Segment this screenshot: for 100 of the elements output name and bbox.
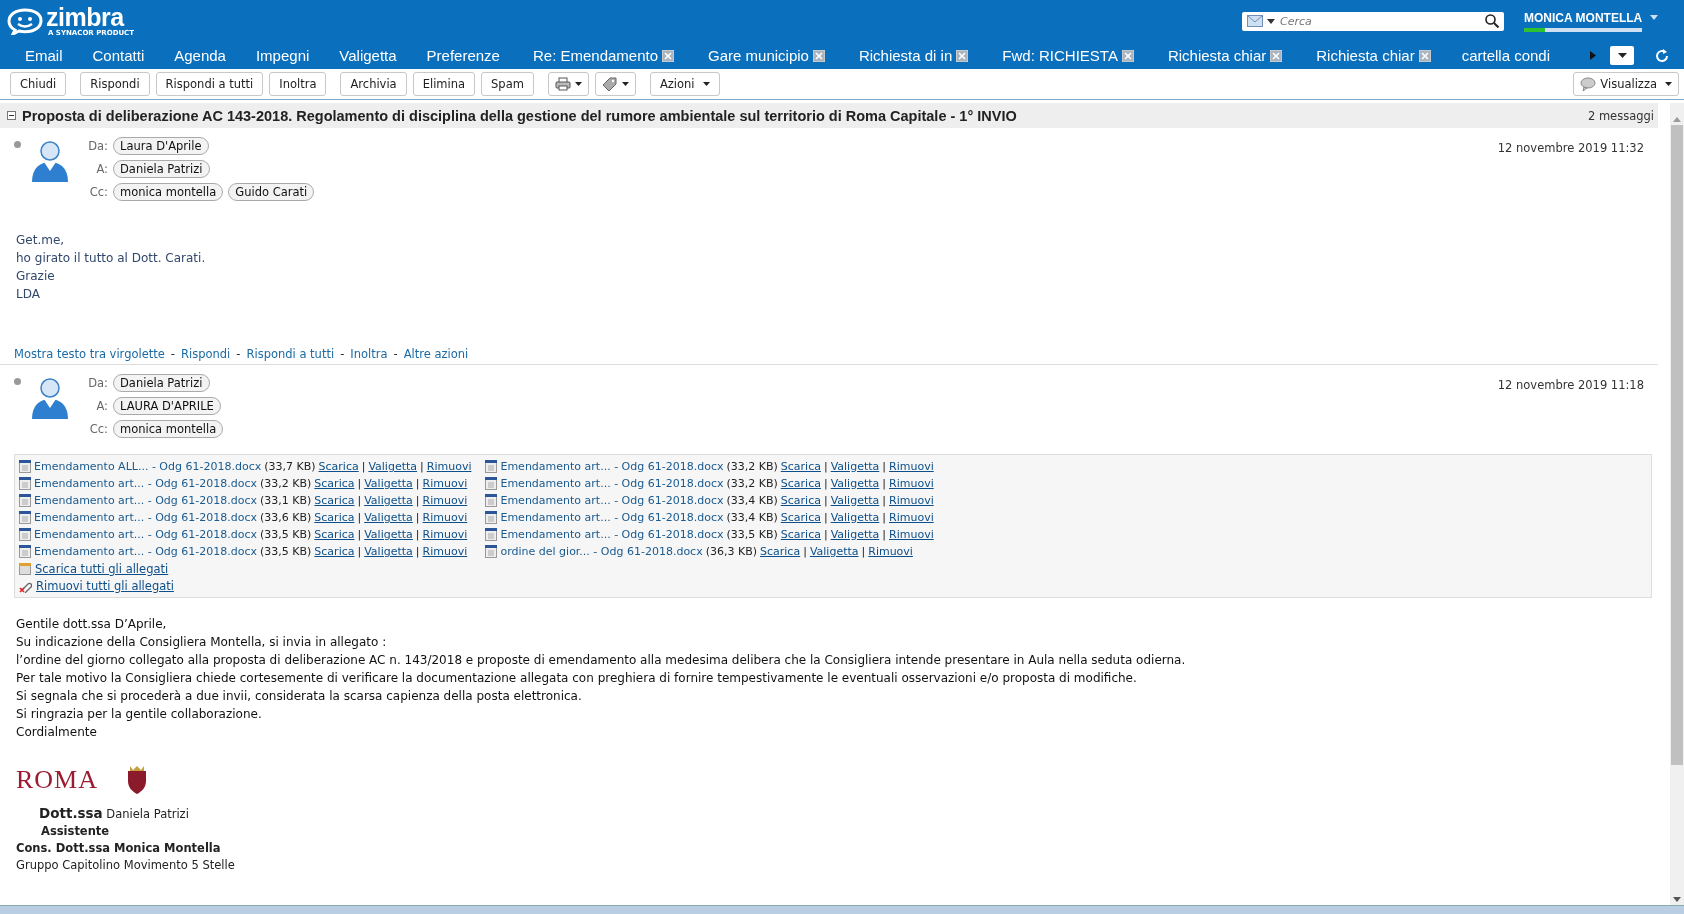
attachment-link[interactable]: Valigetta <box>809 545 859 558</box>
toolbar-button[interactable]: Inoltra <box>269 72 327 96</box>
close-icon[interactable] <box>956 49 969 62</box>
attachment-link[interactable]: Valigetta <box>830 460 880 473</box>
attachment-action-link[interactable]: Rimuovi tutti gli allegati <box>36 579 174 593</box>
attachment-name[interactable]: Emendamento art... - Odg 61-2018.docx <box>34 528 257 541</box>
app-tab[interactable]: Email <box>10 42 78 69</box>
attachment-link[interactable]: Valigetta <box>364 528 413 541</box>
attachment-link[interactable]: Rimuovi <box>422 511 468 524</box>
app-tab[interactable]: Re: Emendamento <box>514 42 691 69</box>
close-icon[interactable] <box>1121 49 1134 62</box>
attachment-link[interactable]: Valigetta <box>364 494 413 507</box>
attachment-link[interactable]: Scarica <box>314 511 355 524</box>
user-menu[interactable]: MONICA MONTELLA <box>1524 10 1674 32</box>
message-action-link[interactable]: Mostra testo tra virgolette <box>14 347 165 361</box>
tab-menu-button[interactable] <box>1610 46 1634 65</box>
view-menu-button[interactable]: Visualizza <box>1573 72 1679 96</box>
attachment-link[interactable]: Rimuovi <box>889 511 934 524</box>
toolbar-button[interactable]: Chiudi <box>10 72 67 96</box>
contact-bubble[interactable]: Daniela Patrizi <box>113 374 210 392</box>
link-separator: | <box>882 494 886 507</box>
attachment-name[interactable]: Emendamento art... - Odg 61-2018.docx <box>34 477 257 490</box>
message-action-link[interactable]: Rispondi a tutti <box>246 347 335 361</box>
app-tab[interactable]: Valigetta <box>324 42 412 69</box>
contact-bubble[interactable]: Guido Carati <box>228 183 315 201</box>
contact-bubble[interactable]: Daniela Patrizi <box>113 160 210 178</box>
attachment-size: (33,5 KB) <box>260 545 312 558</box>
toolbar-button[interactable]: Elimina <box>412 72 476 96</box>
attachment-link[interactable]: Scarica <box>780 528 821 541</box>
attachment-link[interactable]: Rimuovi <box>422 528 468 541</box>
attachment-link[interactable]: Scarica <box>314 477 355 490</box>
app-tab[interactable]: Richiesta chiar <box>1149 42 1299 69</box>
toolbar-button[interactable]: Rispondi <box>80 72 150 96</box>
search-icon <box>1485 13 1499 28</box>
attachment-action-link[interactable]: Scarica tutti gli allegati <box>35 562 169 576</box>
attachment-link[interactable]: Scarica <box>760 545 801 558</box>
contact-bubble[interactable]: monica montella <box>113 183 224 201</box>
attachment-link[interactable]: Rimuovi <box>889 528 934 541</box>
attachment-link[interactable]: Valigetta <box>830 494 880 507</box>
app-tab[interactable]: Contatti <box>77 42 160 69</box>
toolbar-button[interactable]: Rispondi a tutti <box>155 72 264 96</box>
attachment-name[interactable]: Emendamento art... - Odg 61-2018.docx <box>500 511 724 524</box>
attachment-link[interactable]: Rimuovi <box>422 494 468 507</box>
app-tab[interactable]: Richiesta chiar <box>1298 42 1447 69</box>
toolbar-button[interactable]: Spam <box>481 72 534 96</box>
close-icon[interactable] <box>1418 49 1431 62</box>
attachment-name[interactable]: Emendamento ALL... - Odg 61-2018.docx <box>34 460 262 473</box>
attachment-link[interactable]: Valigetta <box>830 511 880 524</box>
attachment-link[interactable]: Rimuovi <box>422 545 468 558</box>
attachment-link[interactable]: Valigetta <box>368 460 418 473</box>
attachment-link[interactable]: Rimuovi <box>426 460 472 473</box>
app-tab[interactable]: Richiesta di in <box>840 42 985 69</box>
attachment-name[interactable]: Emendamento art... - Odg 61-2018.docx <box>34 511 257 524</box>
attachment-link[interactable]: Scarica <box>314 494 355 507</box>
attachment-name[interactable]: Emendamento art... - Odg 61-2018.docx <box>500 477 724 490</box>
field-label: Da: <box>87 376 108 390</box>
app-tab[interactable]: Preferenze <box>411 42 515 69</box>
actions-menu-button[interactable]: Azioni <box>649 72 720 96</box>
contact-bubble[interactable]: monica montella <box>113 420 224 438</box>
message-action-link[interactable]: Rispondi <box>181 347 231 361</box>
attachment-link[interactable]: Scarica <box>780 494 821 507</box>
app-tab[interactable]: cartella condi <box>1446 42 1566 69</box>
attachment-name[interactable]: Emendamento art... - Odg 61-2018.docx <box>34 494 257 507</box>
attachment-link[interactable]: Valigetta <box>830 528 880 541</box>
attachment-link[interactable]: Valigetta <box>364 477 413 490</box>
message-action-link[interactable]: Inoltra <box>350 347 388 361</box>
tag-menu-button[interactable] <box>594 72 636 96</box>
search-field[interactable]: Cerca <box>1242 11 1504 31</box>
attachment-name[interactable]: Emendamento art... - Odg 61-2018.docx <box>500 528 724 541</box>
close-icon[interactable] <box>1270 49 1283 62</box>
attachment-name[interactable]: ordine del gior... - Odg 61-2018.docx <box>500 545 703 558</box>
attachment-link[interactable]: Rimuovi <box>889 460 934 473</box>
close-icon[interactable] <box>812 49 825 62</box>
attachment-link[interactable]: Valigetta <box>364 545 413 558</box>
attachment-link[interactable]: Valigetta <box>830 477 880 490</box>
close-icon[interactable] <box>662 49 675 62</box>
app-tab[interactable]: Impegni <box>240 42 325 69</box>
attachment-link[interactable]: Scarica <box>314 528 355 541</box>
attachment-link[interactable]: Scarica <box>780 477 821 490</box>
attachment-name[interactable]: Emendamento art... - Odg 61-2018.docx <box>34 545 257 558</box>
app-tab[interactable]: Agenda <box>159 42 241 69</box>
attachment-name[interactable]: Emendamento art... - Odg 61-2018.docx <box>500 460 724 473</box>
attachment-link[interactable]: Rimuovi <box>889 494 934 507</box>
scrollbar[interactable] <box>1670 103 1684 905</box>
attachment-link[interactable]: Rimuovi <box>889 477 934 490</box>
toolbar-button[interactable]: Archivia <box>340 72 407 96</box>
contact-bubble[interactable]: LAURA D'APRILE <box>113 397 221 415</box>
attachment-name[interactable]: Emendamento art... - Odg 61-2018.docx <box>500 494 724 507</box>
attachment-link[interactable]: Rimuovi <box>868 545 913 558</box>
attachment-link[interactable]: Scarica <box>318 460 359 473</box>
app-tab[interactable]: Gare municipio <box>690 42 841 69</box>
message-action-link[interactable]: Altre azioni <box>403 347 469 361</box>
attachment-link[interactable]: Rimuovi <box>422 477 468 490</box>
attachment-link[interactable]: Valigetta <box>364 511 413 524</box>
contact-bubble[interactable]: Laura D'Aprile <box>113 137 209 155</box>
attachment-link[interactable]: Scarica <box>780 511 821 524</box>
app-tab[interactable]: Fwd: RICHIESTA <box>984 42 1150 69</box>
print-menu-button[interactable] <box>547 72 589 96</box>
attachment-link[interactable]: Scarica <box>780 460 821 473</box>
attachment-link[interactable]: Scarica <box>314 545 355 558</box>
